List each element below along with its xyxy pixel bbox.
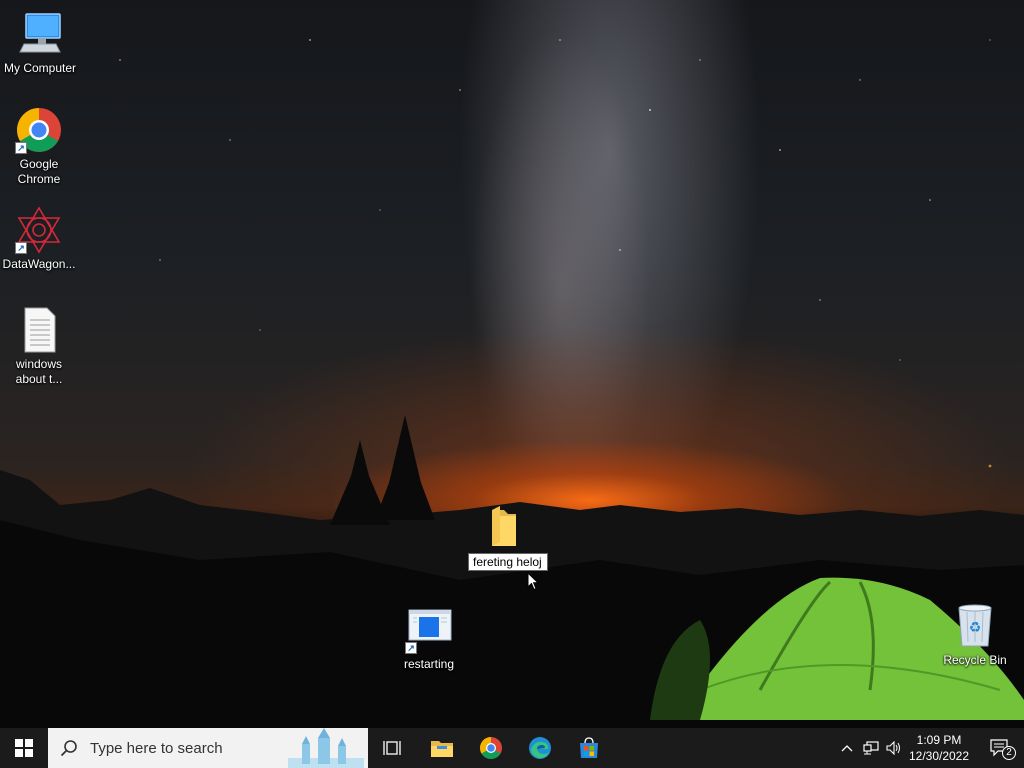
search-icon (60, 740, 77, 757)
folder-rename-input[interactable] (468, 553, 548, 571)
show-hidden-icons-button[interactable] (836, 728, 858, 768)
desktop-icon-restarting[interactable]: ↗ restarting (389, 606, 469, 672)
clock-time: 1:09 PM (916, 733, 962, 747)
desktop-icon-google-chrome[interactable]: ↗ Google Chrome (0, 106, 79, 187)
taskbar-clock[interactable]: 1:09 PM 12/30/2022 (906, 728, 972, 768)
notification-count-badge: 2 (1002, 746, 1016, 760)
chrome-icon: ↗ (15, 106, 63, 154)
desktop-icon-label: My Computer (3, 61, 77, 75)
datawagon-icon: ↗ (15, 206, 63, 254)
desktop-icon-my-computer[interactable]: My Computer (0, 10, 80, 76)
recycle-bin-icon: ♻ (951, 602, 999, 650)
desktop-folder-renaming[interactable] (480, 504, 528, 548)
desktop-icon-datawagon[interactable]: ↗ DataWagon... (0, 206, 79, 272)
desktop-icon-label: Google Chrome (17, 157, 61, 186)
desktop-icon-recycle-bin[interactable]: ♻ Recycle Bin (935, 602, 1015, 668)
search-highlight-castle-icon (288, 728, 364, 768)
desktop-icon-label: windows about t... (15, 357, 63, 386)
volume-button[interactable] (883, 728, 905, 768)
task-view-button[interactable] (368, 728, 416, 768)
chrome-taskbar-button[interactable] (467, 728, 515, 768)
task-view-icon (383, 741, 401, 755)
desktop-icon-label: Recycle Bin (943, 653, 1007, 667)
clock-date: 12/30/2022 (908, 749, 970, 763)
shortcut-arrow-icon: ↗ (405, 642, 417, 654)
text-document-icon (15, 306, 63, 354)
speaker-icon (886, 741, 900, 755)
windows-logo-icon (15, 739, 33, 757)
search-placeholder: Type here to search (90, 739, 223, 757)
desktop-icon-label: DataWagon... (2, 257, 76, 271)
network-icon (863, 741, 879, 755)
action-center-button[interactable]: 2 (976, 728, 1024, 768)
chrome-icon (480, 737, 502, 759)
desktop-icon-label: restarting (403, 657, 455, 671)
app-window-icon: ↗ (405, 606, 453, 654)
file-explorer-icon (431, 741, 453, 757)
shortcut-arrow-icon: ↗ (15, 242, 27, 254)
network-button[interactable] (859, 728, 883, 768)
desktop-icon-windows-about[interactable]: windows about t... (0, 306, 79, 387)
microsoft-store-taskbar-button[interactable] (565, 728, 613, 768)
chevron-up-icon (841, 745, 853, 752)
edge-icon (529, 737, 551, 759)
microsoft-store-icon (580, 737, 598, 758)
start-button[interactable] (0, 728, 48, 768)
edge-taskbar-button[interactable] (516, 728, 564, 768)
file-explorer-taskbar-button[interactable] (418, 728, 466, 768)
desktop-wallpaper (0, 39, 1024, 728)
folder-icon (492, 506, 516, 546)
mouse-cursor-icon (527, 572, 540, 591)
my-computer-icon (16, 10, 64, 58)
taskbar-search-box[interactable]: Type here to search (48, 728, 368, 768)
taskbar: Type here to search 1:09 PM 12/30/2022 2 (0, 728, 1024, 768)
svg-text:♻: ♻ (969, 620, 982, 636)
shortcut-arrow-icon: ↗ (15, 142, 27, 154)
